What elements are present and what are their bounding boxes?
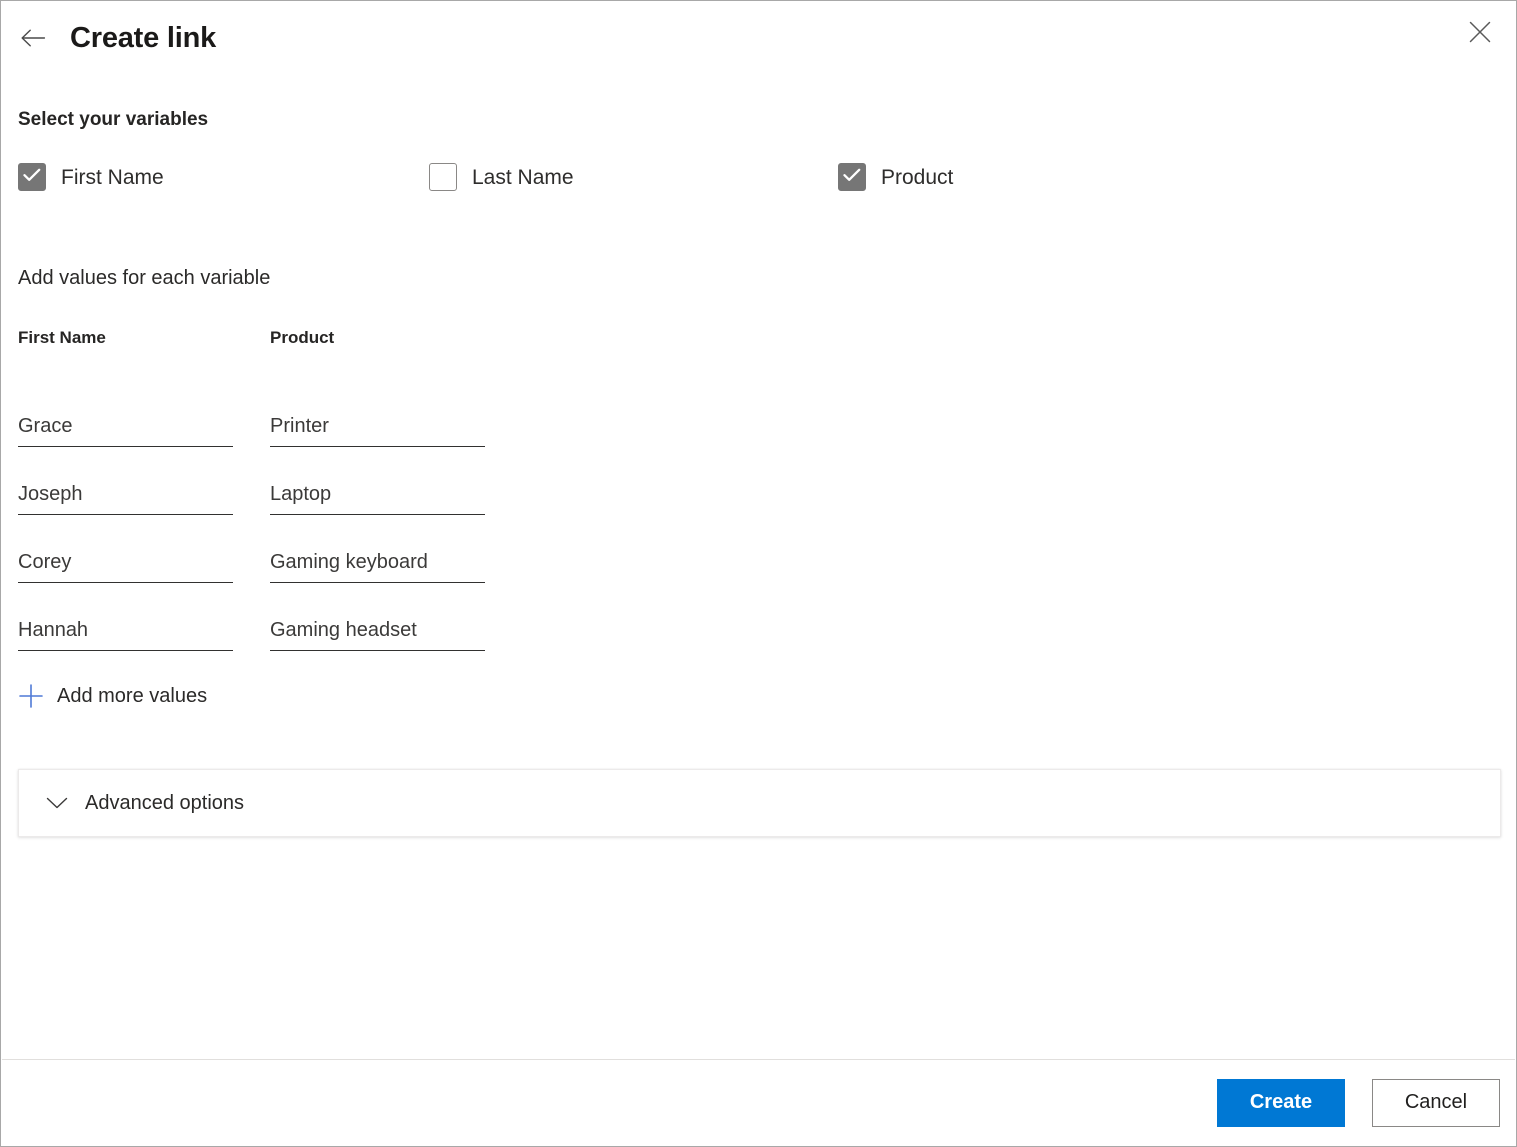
cancel-button[interactable]: Cancel — [1372, 1078, 1500, 1127]
close-button[interactable] — [1458, 13, 1502, 53]
checkbox-box-unchecked[interactable] — [429, 163, 457, 191]
checkbox-last-name[interactable]: Last Name — [429, 161, 574, 193]
value-field — [270, 583, 485, 651]
values-section-heading: Add values for each variable — [18, 267, 271, 289]
product-input-2[interactable] — [270, 481, 485, 515]
product-input-3[interactable] — [270, 549, 485, 583]
add-more-values-button[interactable]: Add more values — [18, 679, 207, 713]
first-name-input-4[interactable] — [18, 617, 233, 651]
product-input-1[interactable] — [270, 413, 485, 447]
plus-icon — [18, 683, 44, 709]
checkbox-box-checked[interactable] — [18, 163, 46, 191]
value-field — [18, 515, 233, 583]
first-name-input-1[interactable] — [18, 413, 233, 447]
chevron-down-icon — [46, 792, 68, 814]
value-field — [270, 379, 485, 447]
check-icon — [23, 168, 41, 187]
first-name-input-2[interactable] — [18, 481, 233, 515]
value-field — [270, 515, 485, 583]
value-field — [18, 447, 233, 515]
checkbox-product[interactable]: Product — [838, 161, 953, 193]
column-header: First Name — [18, 328, 106, 347]
value-field — [270, 447, 485, 515]
value-field — [18, 379, 233, 447]
product-input-4[interactable] — [270, 617, 485, 651]
dialog-footer: Create Cancel — [2, 1059, 1515, 1145]
create-button[interactable]: Create — [1217, 1078, 1345, 1127]
arrow-left-icon — [20, 28, 46, 48]
value-column-first-name: First Name — [18, 329, 233, 651]
checkbox-label: Last Name — [472, 165, 574, 189]
create-link-dialog: Create link Select your variables First … — [0, 0, 1517, 1147]
page-title: Create link — [70, 21, 217, 54]
first-name-input-3[interactable] — [18, 549, 233, 583]
dialog-header: Create link — [18, 23, 216, 53]
advanced-options-toggle[interactable]: Advanced options — [18, 769, 1501, 837]
checkbox-label: First Name — [61, 165, 164, 189]
value-field — [18, 583, 233, 651]
checkbox-label: Product — [881, 165, 954, 189]
add-more-values-label: Add more values — [57, 685, 208, 707]
column-header: Product — [270, 328, 335, 347]
variables-checkbox-row: First Name Last Name Product — [18, 161, 1018, 193]
variables-section-heading: Select your variables — [18, 109, 209, 130]
advanced-options-label: Advanced options — [85, 792, 245, 814]
checkbox-first-name[interactable]: First Name — [18, 161, 164, 193]
checkbox-box-checked[interactable] — [838, 163, 866, 191]
back-button[interactable] — [18, 23, 48, 53]
check-icon — [843, 168, 861, 187]
close-icon — [1469, 21, 1491, 46]
value-column-product: Product — [270, 329, 485, 651]
